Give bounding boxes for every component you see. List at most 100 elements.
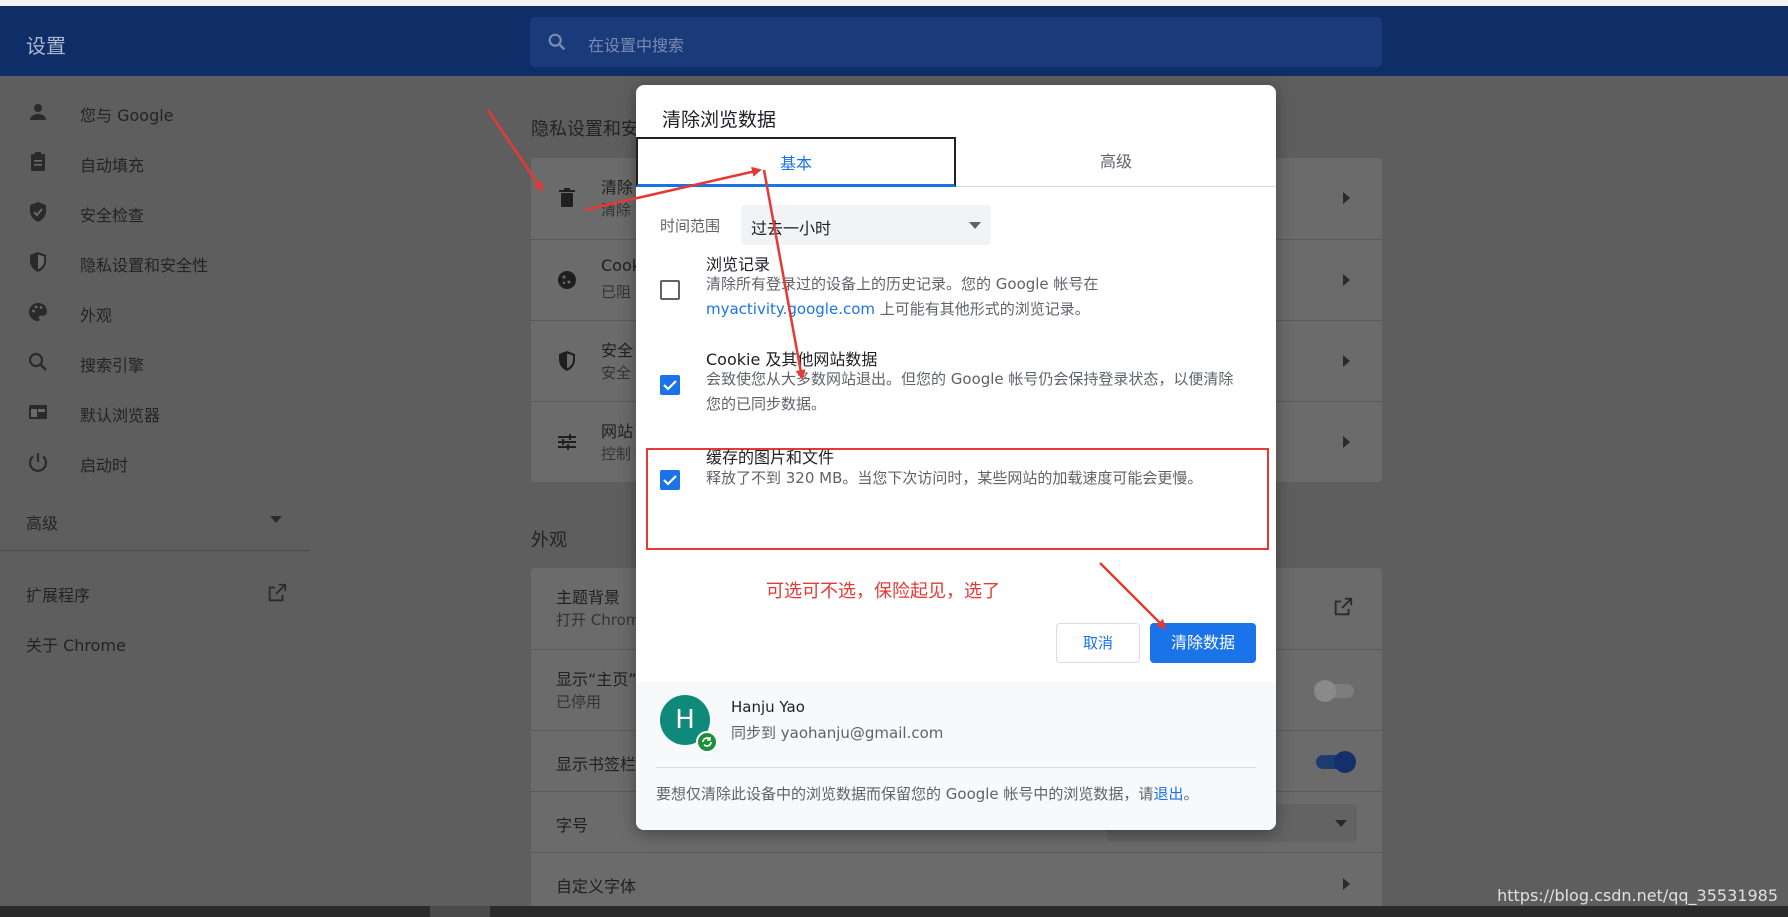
cancel-button[interactable]: 取消 [1056,623,1140,663]
toggle-knob [1334,751,1356,773]
browser-icon [26,400,50,424]
trash-icon [555,186,579,210]
dialog-tabs: 基本 高级 [636,137,1276,187]
sidebar-item-default-browser[interactable]: 默认浏览器 [0,387,320,437]
dialog-title: 清除浏览数据 [662,109,777,131]
sidebar-item-label: 默认浏览器 [80,406,161,425]
chevron-down-icon [969,222,981,229]
chevron-right-icon [1343,878,1350,890]
search-placeholder: 在设置中搜索 [588,36,685,55]
toggle-knob [1314,680,1336,702]
cookies-checkbox[interactable] [660,375,680,395]
footer-note: 要想仅清除此设备中的浏览数据而保留您的 Google 帐号中的浏览数据，请退出。 [656,783,1198,804]
appearance-row-custom-fonts[interactable]: 自定义字体 [531,852,1382,913]
sidebar-item-label: 安全检查 [80,206,145,225]
row-title: 主题背景 [556,588,621,607]
search-icon [26,350,50,374]
annotation-note: 可选可不选，保险起见，选了 [766,581,1000,602]
row-subtitle: 安全 [601,364,632,382]
sidebar-advanced-toggle[interactable]: 高级 [26,510,58,534]
clear-data-button[interactable]: 清除数据 [1150,623,1256,663]
chevron-right-icon [1343,355,1350,367]
option-description: 清除所有登录过的设备上的历史记录。您的 Google 帐号在 myactivity… [706,272,1246,322]
sidebar-item-label: 外观 [80,306,113,325]
row-title: 字号 [556,816,589,835]
chevron-right-icon [1343,192,1350,204]
bookmarks-bar-toggle[interactable] [1316,751,1356,773]
clipboard-icon [26,150,50,174]
chevron-right-icon [1343,274,1350,286]
sidebar-item-safety-check[interactable]: 安全检查 [0,187,320,237]
row-subtitle: 已阻 [601,283,632,301]
sidebar-item-search-engine[interactable]: 搜索引擎 [0,337,320,387]
row-title: 安全 [601,341,634,360]
row-title: Cook [601,256,642,275]
footer-end: 。 [1183,785,1199,803]
row-title: 清除 [601,178,634,197]
palette-icon [26,300,50,324]
account-sync-status: 同步到 yaohanju@gmail.com [731,724,944,742]
sidebar-item-label: 搜索引擎 [80,356,145,375]
chevron-down-icon [1335,820,1347,827]
option-desc-text: 上可能有其他形式的浏览记录。 [875,300,1090,318]
shield-icon [555,349,579,373]
cache-checkbox[interactable] [660,470,680,490]
appearance-section-title: 外观 [531,530,567,551]
row-title: 自定义字体 [556,877,637,896]
row-subtitle: 控制 [601,445,632,463]
shield-check-icon [26,200,50,224]
sidebar-item-appearance[interactable]: 外观 [0,287,320,337]
option-description: 会致使您从大多数网站退出。但您的 Google 帐号仍会保持登录状态，以便清除您… [706,370,1234,413]
sidebar-item-label: 启动时 [80,456,129,475]
person-icon [26,100,50,124]
home-button-toggle[interactable] [1314,680,1354,702]
time-range-select[interactable]: 过去一小时 [741,205,991,245]
option-description: 释放了不到 320 MB。当您下次访问时，某些网站的加载速度可能会更慢。 [706,469,1203,487]
time-range-value: 过去一小时 [751,219,832,238]
sign-out-link[interactable]: 退出 [1153,785,1183,803]
sliders-icon [555,430,579,454]
sidebar-item-label: 您与 Google [80,106,174,125]
sidebar-item-autofill[interactable]: 自动填充 [0,137,320,187]
sidebar-item-you-and-google[interactable]: 您与 Google [0,87,320,137]
option-title: 缓存的图片和文件 [706,448,835,467]
divider [656,767,1256,768]
row-title: 显示“主页” [556,670,637,689]
sidebar-item-about-chrome[interactable]: 关于 Chrome [26,632,126,656]
chevron-down-icon [270,516,282,523]
sidebar-item-label: 隐私设置和安全性 [80,256,209,275]
sidebar-item-privacy[interactable]: 隐私设置和安全性 [0,237,320,287]
account-name: Hanju Yao [731,698,805,716]
taskbar-segment [430,906,490,917]
option-desc-text: 清除所有登录过的设备上的历史记录。您的 Google 帐号在 [706,275,1099,293]
watermark: https://blog.csdn.net/qq_35531985 [1497,886,1778,905]
row-subtitle: 已停用 [556,693,602,711]
sidebar-item-on-startup[interactable]: 启动时 [0,437,320,487]
privacy-section-title: 隐私设置和安 [531,119,639,140]
page-title: 设置 [26,34,66,58]
account-section: H Hanju Yao 同步到 yaohanju@gmail.com 要想仅清除… [636,682,1276,830]
clear-browsing-data-dialog: 清除浏览数据 基本 高级 时间范围 过去一小时 浏览记录 清除所有登录过的设备上… [636,85,1276,830]
row-subtitle: 清除 [601,201,632,219]
browsing-history-checkbox[interactable] [660,280,680,300]
chevron-right-icon [1343,436,1350,448]
sidebar-divider [0,550,310,551]
external-link-icon[interactable] [266,582,288,608]
tab-basic[interactable]: 基本 [636,137,956,187]
tab-advanced[interactable]: 高级 [956,137,1276,187]
power-icon [26,450,50,474]
cookie-icon [555,268,579,292]
myactivity-link[interactable]: myactivity.google.com [706,300,875,318]
shield-icon [26,250,50,274]
footer-text: 要想仅清除此设备中的浏览数据而保留您的 Google 帐号中的浏览数据，请 [656,785,1154,803]
taskbar [0,906,1788,917]
sidebar-item-extensions[interactable]: 扩展程序 [26,582,90,606]
settings-search-input[interactable]: 在设置中搜索 [530,17,1382,67]
sync-icon [696,731,718,753]
external-link-icon[interactable] [1332,596,1354,622]
row-title: 显示书签栏 [556,755,637,774]
search-icon [546,31,568,57]
row-subtitle: 打开 Chrom [556,611,641,629]
row-title: 网站 [601,422,634,441]
time-range-label: 时间范围 [660,217,721,235]
